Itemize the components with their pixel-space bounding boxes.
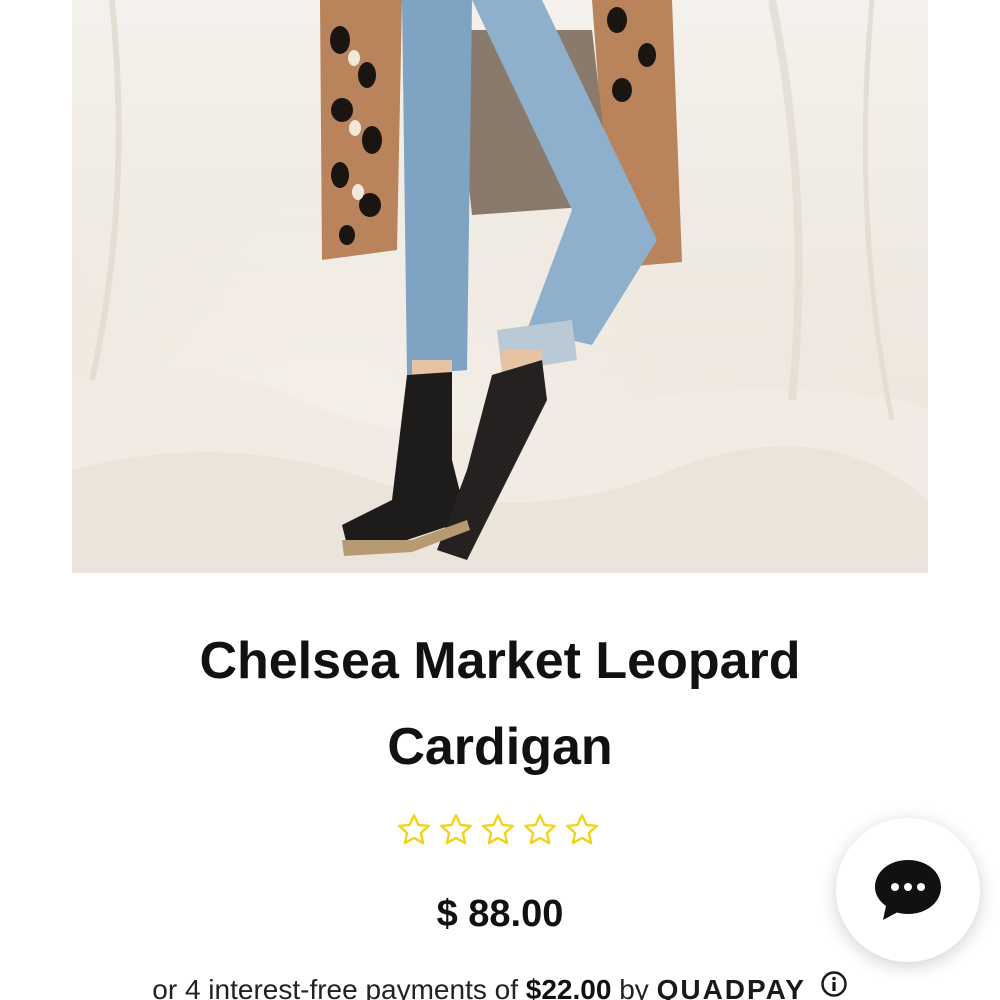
quadpay-logo: QUADPAY <box>656 974 806 1000</box>
star-outline-icon[interactable] <box>522 812 558 848</box>
installment-info: or 4 interest-free payments of $22.00 by… <box>60 970 940 1000</box>
installment-by: by <box>619 974 649 1000</box>
star-outline-icon[interactable] <box>438 812 474 848</box>
product-price: $ 88.00 <box>436 893 564 935</box>
star-outline-icon[interactable] <box>396 812 432 848</box>
chat-bubble-icon <box>875 860 941 920</box>
star-outline-icon[interactable] <box>480 812 516 848</box>
product-photo-illustration <box>72 0 928 573</box>
product-title: Chelsea Market Leopard Cardigan <box>199 632 801 776</box>
rating-stars[interactable] <box>396 808 600 852</box>
star-outline-icon[interactable] <box>564 812 600 848</box>
product-image[interactable] <box>72 0 928 573</box>
installment-prefix: or 4 interest-free payments of <box>152 974 518 1000</box>
installment-amount: $22.00 <box>525 974 612 1000</box>
info-circle-icon[interactable] <box>820 969 848 1000</box>
chat-button[interactable] <box>836 818 980 962</box>
